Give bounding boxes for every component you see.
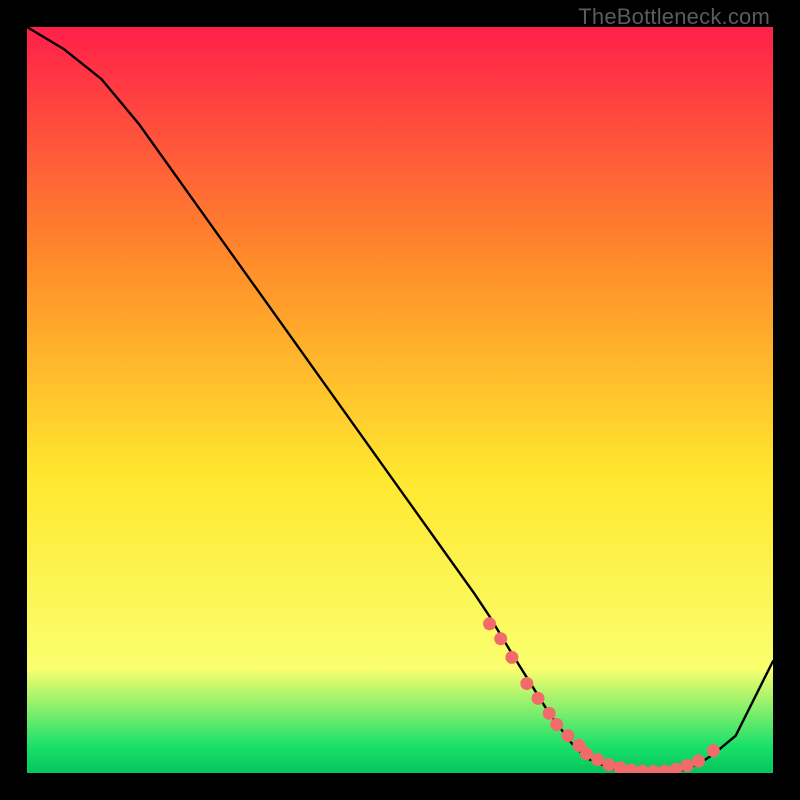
background-gradient (27, 27, 773, 773)
chart-root: TheBottleneck.com (0, 0, 800, 800)
plot-frame (27, 27, 773, 773)
